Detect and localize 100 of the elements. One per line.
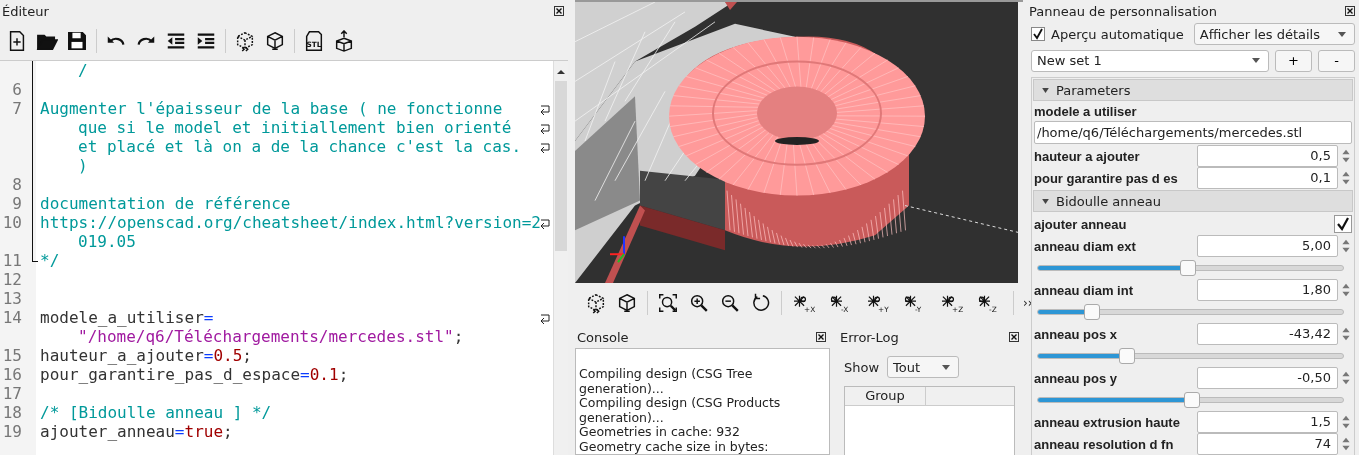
code-line: */: [40, 251, 60, 270]
line-number: 14: [2, 308, 22, 327]
slider-track[interactable]: [1037, 265, 1344, 271]
caret-icon: [1252, 58, 1260, 64]
number-field[interactable]: 0,5: [1197, 145, 1338, 167]
slider-track[interactable]: [1037, 353, 1344, 359]
line-number: 18: [2, 403, 22, 422]
checkbox[interactable]: [1031, 27, 1045, 42]
panel-title: Console: [577, 329, 629, 345]
line-number: 17: [2, 384, 22, 403]
line-number: 7: [12, 99, 22, 118]
slider-track[interactable]: [1037, 309, 1344, 315]
text-field[interactable]: /home/q6/Téléchargements/mercedes.stl: [1034, 121, 1352, 144]
export-stl-icon[interactable]: STL: [303, 30, 325, 52]
preset-dropdown[interactable]: New set 1: [1031, 49, 1269, 72]
line-number: 13: [2, 289, 22, 308]
code-line: ajouter_anneau=true;: [40, 422, 233, 441]
line-number: 9: [12, 194, 22, 213]
checkbox[interactable]: [1334, 215, 1352, 233]
code-line: et placé et là on a de la chance c'est la cas.: [78, 137, 522, 156]
scroll-up-icon[interactable]: [556, 69, 566, 75]
caret-icon: [1338, 31, 1346, 37]
collapsible-section-toggle[interactable]: Bidoulle anneau: [1033, 190, 1353, 212]
slider-handle[interactable]: [1119, 348, 1135, 364]
scrollbar[interactable]: [553, 61, 568, 455]
reset-view-icon[interactable]: [750, 292, 772, 314]
line-number: 6: [12, 80, 22, 99]
code-line: hauteur_a_ajouter=0.5;: [40, 346, 252, 365]
number-field[interactable]: 1,5: [1197, 411, 1338, 433]
panel-title: Panneau de personnalisation: [1029, 3, 1218, 19]
line-number: 16: [2, 365, 22, 384]
indent-icon[interactable]: [195, 30, 217, 52]
render-cube-icon[interactable]: [616, 292, 638, 314]
caret-icon: [942, 364, 951, 370]
parameter-label: ajouter anneau: [1034, 215, 1128, 234]
code-line: pour_garantire_pas_d_espace=0.1;: [40, 365, 349, 384]
zoom-all-icon[interactable]: [657, 292, 679, 314]
slider-handle[interactable]: [1183, 392, 1200, 408]
console-line: Compiling design (CSG Tree generation)...: [579, 367, 754, 396]
code-line: ): [78, 156, 88, 175]
number-field[interactable]: -43,42: [1197, 323, 1338, 345]
upload-cube-icon[interactable]: [333, 30, 355, 52]
code-line: https://openscad.org/cheatsheet/index.html?version=2: [40, 213, 541, 232]
axes-icon: [609, 235, 625, 264]
scrollbar-thumb[interactable]: [555, 81, 567, 251]
number-field[interactable]: 0,1: [1197, 167, 1338, 189]
preset-button[interactable]: +: [1275, 49, 1312, 72]
line-number: 12: [2, 270, 22, 289]
code-line: que si le model et initiallement bien orienté: [78, 118, 512, 137]
console-line: Geometry cache size in bytes:: [579, 439, 770, 454]
details-dropdown[interactable]: Afficher les détails: [1193, 23, 1355, 46]
parameter-label: pour garantire pas d es: [1034, 169, 1179, 188]
parameter-label: anneau pos x: [1034, 325, 1119, 344]
slider-handle[interactable]: [1180, 260, 1197, 276]
collapsible-section-toggle[interactable]: Parameters: [1033, 79, 1353, 101]
line-number: 8: [12, 175, 22, 194]
save-icon[interactable]: [66, 30, 88, 52]
parameter-label: anneau diam ext: [1034, 237, 1137, 256]
render-cube-icon[interactable]: [264, 30, 286, 52]
close-icon[interactable]: [1345, 6, 1355, 16]
code-line: 019.05: [78, 232, 136, 251]
line-number: 15: [2, 346, 22, 365]
code-line: documentation de référence: [40, 194, 291, 213]
number-field[interactable]: -0,50: [1197, 367, 1338, 389]
code-line: modele_a_utiliser=: [40, 308, 214, 327]
zoom-in-icon[interactable]: [688, 292, 710, 314]
column-header[interactable]: Group: [845, 387, 926, 405]
preview-cube-icon[interactable]: [585, 292, 607, 314]
panel-title: Éditeur: [2, 3, 49, 19]
code-line: "/home/q6/Téléchargements/mercedes.stl";: [78, 327, 464, 346]
checkbox-label[interactable]: Aperçu automatique: [1051, 26, 1184, 42]
number-field[interactable]: 74: [1197, 433, 1338, 455]
show-label: Show: [844, 359, 880, 375]
number-field[interactable]: 1,80: [1197, 279, 1338, 301]
zoom-out-icon[interactable]: [719, 292, 741, 314]
panel-title: Error-Log: [840, 329, 899, 345]
close-icon[interactable]: [554, 6, 564, 16]
slider-handle[interactable]: [1083, 304, 1100, 320]
line-number: 10: [2, 213, 22, 232]
parameter-label: anneau pos y: [1034, 369, 1119, 388]
code-line: /: [78, 61, 88, 80]
parameter-label: hauteur a ajouter: [1034, 147, 1141, 166]
filter-dropdown[interactable]: Tout: [887, 356, 960, 378]
code-line: /* [Bidoulle anneau ] */: [40, 403, 272, 422]
line-number: 11: [2, 251, 22, 270]
parameter-label: anneau extrusion haute: [1034, 413, 1181, 432]
line-number: 19: [2, 422, 22, 441]
close-icon[interactable]: [816, 332, 826, 342]
toolbar-overflow-button[interactable]: ››: [1023, 296, 1033, 310]
code-line: Augmenter l'épaisseur de la base ( ne fonctionne: [40, 99, 503, 118]
unindent-icon[interactable]: [165, 30, 187, 52]
slider-track[interactable]: [1037, 397, 1344, 403]
number-field[interactable]: 5,00: [1197, 235, 1338, 257]
parameter-label: anneau diam int: [1034, 281, 1134, 300]
preview-cube-icon[interactable]: [234, 30, 256, 52]
preset-button[interactable]: -: [1318, 49, 1355, 72]
close-icon[interactable]: [1009, 332, 1019, 342]
console-line: Compiling design (CSG Products generation)...: [579, 396, 782, 425]
parameter-label: modele a utiliser: [1034, 103, 1138, 121]
parameter-label: anneau resolution d fn: [1034, 435, 1175, 454]
